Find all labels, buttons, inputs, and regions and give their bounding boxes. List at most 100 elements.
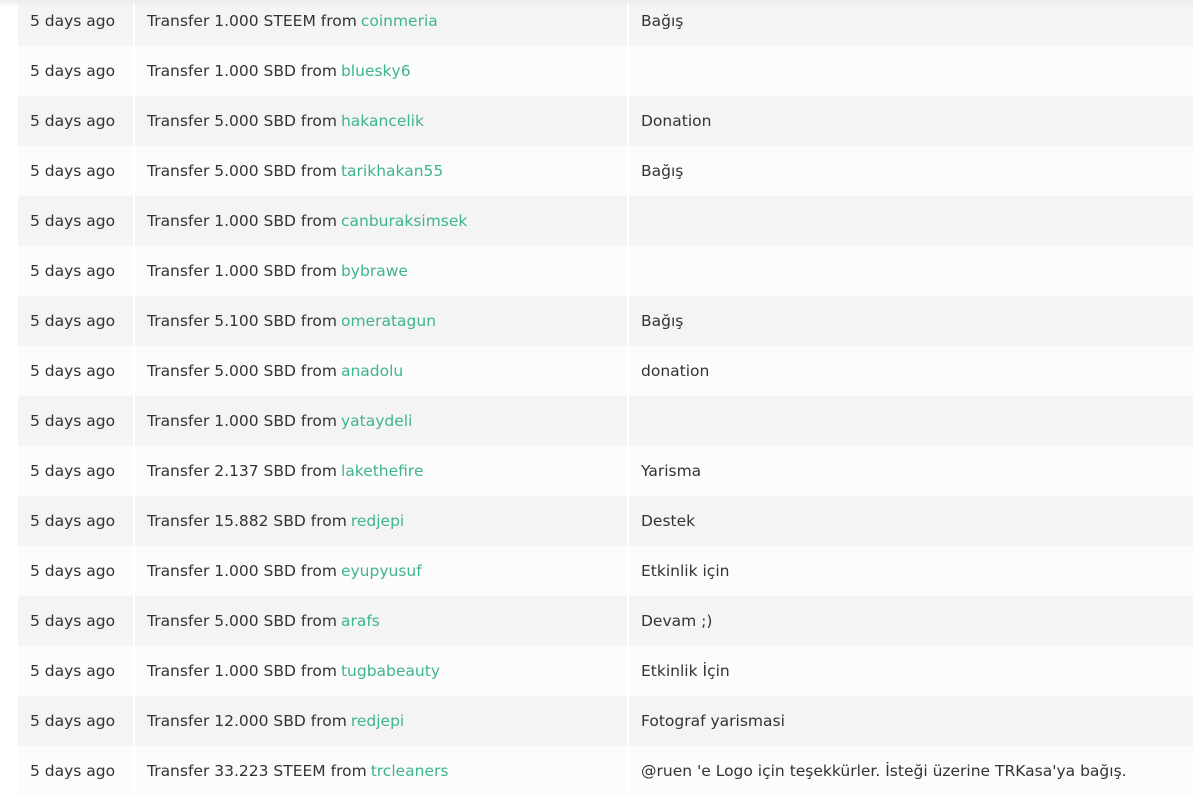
memo-text: @ruen 'e Logo için teşekkürler. İsteği ü… (641, 762, 1127, 780)
user-link[interactable]: bybrawe (341, 262, 408, 280)
user-link[interactable]: lakethefire (341, 462, 424, 480)
table-row: 5 days ago Transfer 1.000 SBD from canbu… (18, 196, 1193, 246)
timestamp[interactable]: 5 days ago (30, 12, 115, 30)
memo-text: donation (641, 362, 710, 380)
user-link[interactable]: coinmeria (361, 12, 438, 30)
table-row: 5 days ago Transfer 1.000 SBD from eyupy… (18, 546, 1193, 596)
timestamp-cell: 5 days ago (18, 96, 133, 146)
operation-cell: Transfer 5.000 SBD from arafs (133, 596, 627, 646)
memo-cell (627, 46, 1193, 96)
operation-text: Transfer 1.000 SBD from (147, 412, 337, 430)
user-link[interactable]: canburaksimsek (341, 212, 467, 230)
table-row: 5 days ago Transfer 33.223 STEEM from tr… (18, 746, 1193, 796)
timestamp[interactable]: 5 days ago (30, 562, 115, 580)
timestamp[interactable]: 5 days ago (30, 662, 115, 680)
operation-text: Transfer 33.223 STEEM from (147, 762, 367, 780)
memo-cell: Bağış (627, 146, 1193, 196)
operation-text: Transfer 1.000 SBD from (147, 662, 337, 680)
operation-text: Transfer 1.000 SBD from (147, 62, 337, 80)
operation-cell: Transfer 1.000 SBD from tugbabeauty (133, 646, 627, 696)
user-link[interactable]: trcleaners (371, 762, 449, 780)
operation-cell: Transfer 2.137 SBD from lakethefire (133, 446, 627, 496)
timestamp-cell: 5 days ago (18, 446, 133, 496)
operation-text: Transfer 1.000 SBD from (147, 212, 337, 230)
operation-cell: Transfer 5.100 SBD from omeratagun (133, 296, 627, 346)
user-link[interactable]: omeratagun (341, 312, 436, 330)
operation-text: Transfer 12.000 SBD from (147, 712, 347, 730)
user-link[interactable]: eyupyusuf (341, 562, 422, 580)
timestamp-cell: 5 days ago (18, 296, 133, 346)
operation-cell: Transfer 33.223 STEEM from trcleaners (133, 746, 627, 796)
memo-cell: Fotograf yarismasi (627, 696, 1193, 746)
table-row: 5 days ago Transfer 1.000 SBD from yatay… (18, 396, 1193, 446)
memo-cell: Bağış (627, 0, 1193, 46)
timestamp[interactable]: 5 days ago (30, 62, 115, 80)
memo-cell: Destek (627, 496, 1193, 546)
timestamp-cell: 5 days ago (18, 646, 133, 696)
memo-cell: donation (627, 346, 1193, 396)
table-row: 5 days ago Transfer 1.000 SBD from bybra… (18, 246, 1193, 296)
memo-cell: Etkinlik için (627, 546, 1193, 596)
table-row: 5 days ago Transfer 12.000 SBD from redj… (18, 696, 1193, 746)
memo-cell (627, 396, 1193, 446)
timestamp-cell: 5 days ago (18, 196, 133, 246)
user-link[interactable]: arafs (341, 612, 380, 630)
timestamp[interactable]: 5 days ago (30, 162, 115, 180)
table-row: 5 days ago Transfer 5.000 SBD from arafs… (18, 596, 1193, 646)
timestamp-cell: 5 days ago (18, 746, 133, 796)
timestamp[interactable]: 5 days ago (30, 262, 115, 280)
user-link[interactable]: blueskу6 (341, 62, 411, 80)
timestamp-cell: 5 days ago (18, 46, 133, 96)
timestamp[interactable]: 5 days ago (30, 312, 115, 330)
user-link[interactable]: hakancelik (341, 112, 424, 130)
table-row: 5 days ago Transfer 5.000 SBD from anado… (18, 346, 1193, 396)
memo-cell: @ruen 'e Logo için teşekkürler. İsteği ü… (627, 746, 1193, 796)
memo-cell: Devam ;) (627, 596, 1193, 646)
timestamp[interactable]: 5 days ago (30, 412, 115, 430)
operation-text: Transfer 1.000 SBD from (147, 262, 337, 280)
timestamp[interactable]: 5 days ago (30, 612, 115, 630)
user-link[interactable]: tarikhakan55 (341, 162, 443, 180)
timestamp-cell: 5 days ago (18, 146, 133, 196)
user-link[interactable]: anadolu (341, 362, 403, 380)
operation-cell: Transfer 1.000 SBD from eyupyusuf (133, 546, 627, 596)
table-row: 5 days ago Transfer 1.000 SBD from blues… (18, 46, 1193, 96)
timestamp[interactable]: 5 days ago (30, 462, 115, 480)
table-row: 5 days ago Transfer 1.000 SBD from tugba… (18, 646, 1193, 696)
timestamp[interactable]: 5 days ago (30, 112, 115, 130)
memo-text: Fotograf yarismasi (641, 712, 785, 730)
operation-cell: Transfer 1.000 SBD from yataydeli (133, 396, 627, 446)
memo-text: Etkinlik İçin (641, 662, 730, 680)
timestamp[interactable]: 5 days ago (30, 762, 115, 780)
operation-cell: Transfer 1.000 STEEM from coinmeria (133, 0, 627, 46)
timestamp-cell: 5 days ago (18, 346, 133, 396)
operation-text: Transfer 5.100 SBD from (147, 312, 337, 330)
operation-text: Transfer 5.000 SBD from (147, 362, 337, 380)
table-row: 5 days ago Transfer 1.000 STEEM from coi… (18, 0, 1193, 46)
memo-text: Bağış (641, 312, 684, 330)
table-row: 5 days ago Transfer 15.882 SBD from redj… (18, 496, 1193, 546)
user-link[interactable]: redjepi (351, 712, 404, 730)
memo-text: Bağış (641, 12, 684, 30)
operation-cell: Transfer 12.000 SBD from redjepi (133, 696, 627, 746)
memo-text: Devam ;) (641, 612, 713, 630)
timestamp[interactable]: 5 days ago (30, 712, 115, 730)
memo-cell (627, 246, 1193, 296)
user-link[interactable]: yataydeli (341, 412, 412, 430)
user-link[interactable]: redjepi (351, 512, 404, 530)
memo-text: Yarisma (641, 462, 702, 480)
memo-text: Bağış (641, 162, 684, 180)
table-row: 5 days ago Transfer 5.000 SBD from hakan… (18, 96, 1193, 146)
memo-text: Destek (641, 512, 696, 530)
operation-text: Transfer 5.000 SBD from (147, 612, 337, 630)
operation-text: Transfer 5.000 SBD from (147, 162, 337, 180)
user-link[interactable]: tugbabeauty (341, 662, 440, 680)
timestamp[interactable]: 5 days ago (30, 362, 115, 380)
timestamp[interactable]: 5 days ago (30, 512, 115, 530)
memo-text: Etkinlik için (641, 562, 730, 580)
timestamp-cell: 5 days ago (18, 546, 133, 596)
table-row: 5 days ago Transfer 2.137 SBD from laket… (18, 446, 1193, 496)
timestamp[interactable]: 5 days ago (30, 212, 115, 230)
operation-cell: Transfer 5.000 SBD from tarikhakan55 (133, 146, 627, 196)
timestamp-cell: 5 days ago (18, 696, 133, 746)
